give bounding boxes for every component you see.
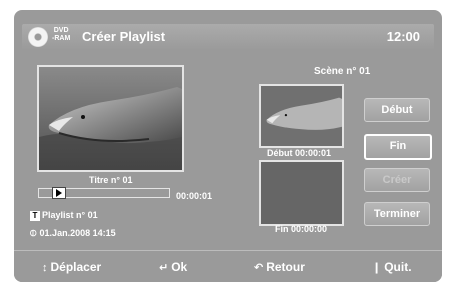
- disc-type-label: DVD -RAM: [52, 27, 70, 43]
- move-hint: ↕ Déplacer: [42, 260, 101, 274]
- ok-hint-label: Ok: [171, 260, 188, 274]
- screen-panel: DVD -RAM Créer Playlist 12:00 Titre n° 0…: [14, 10, 442, 282]
- quit-hint-label: Quit.: [384, 260, 412, 274]
- exit-icon: ❙: [372, 262, 382, 274]
- start-thumbnail: [259, 84, 344, 148]
- start-time-label: Début 00:00:01: [267, 148, 332, 158]
- up-down-arrows-icon: ↕: [42, 262, 48, 274]
- return-icon: ↶: [254, 262, 264, 274]
- finish-button[interactable]: Terminer: [364, 202, 430, 226]
- disc-type-top: DVD: [53, 27, 69, 34]
- playlist-number: Playlist n° 01: [42, 210, 98, 220]
- move-hint-label: Déplacer: [50, 260, 102, 274]
- title-number-label: Titre n° 01: [89, 175, 133, 185]
- dolphin-image: [39, 67, 182, 170]
- play-icon[interactable]: [52, 187, 66, 199]
- playback-time: 00:00:01: [176, 191, 213, 201]
- return-hint: ↶ Retour: [254, 260, 305, 274]
- create-button[interactable]: Créer: [364, 168, 430, 192]
- date-info: ⦶ 01.Jan.2008 14:15: [30, 228, 116, 239]
- disc-icon: [28, 27, 48, 47]
- disc-type-bottom: -RAM: [52, 35, 71, 42]
- end-time-label: Fin 00:00:00: [275, 224, 328, 234]
- enter-icon: ↵: [159, 262, 169, 274]
- title-icon: T: [30, 210, 40, 221]
- ok-hint: ↵ Ok: [159, 260, 187, 274]
- return-hint-label: Retour: [266, 260, 305, 274]
- clock: 12:00: [386, 29, 420, 44]
- end-button[interactable]: Fin: [364, 134, 432, 160]
- header-bar: DVD -RAM Créer Playlist 12:00: [22, 24, 434, 50]
- clock-icon: ⦶: [30, 228, 37, 238]
- playlist-info: T Playlist n° 01: [30, 210, 98, 221]
- dolphin-thumbnail-image: [261, 86, 342, 146]
- start-button[interactable]: Début: [364, 98, 430, 122]
- end-thumbnail: [259, 160, 344, 226]
- date-label: 01.Jan.2008 14:15: [39, 228, 116, 238]
- video-preview[interactable]: [37, 65, 184, 172]
- bottom-hint-bar: ↕ Déplacer ↵ Ok ↶ Retour ❙ Quit.: [14, 250, 442, 282]
- quit-hint: ❙ Quit.: [372, 260, 412, 274]
- scene-number-label: Scène n° 01: [314, 66, 371, 77]
- page-title: Créer Playlist: [82, 29, 166, 44]
